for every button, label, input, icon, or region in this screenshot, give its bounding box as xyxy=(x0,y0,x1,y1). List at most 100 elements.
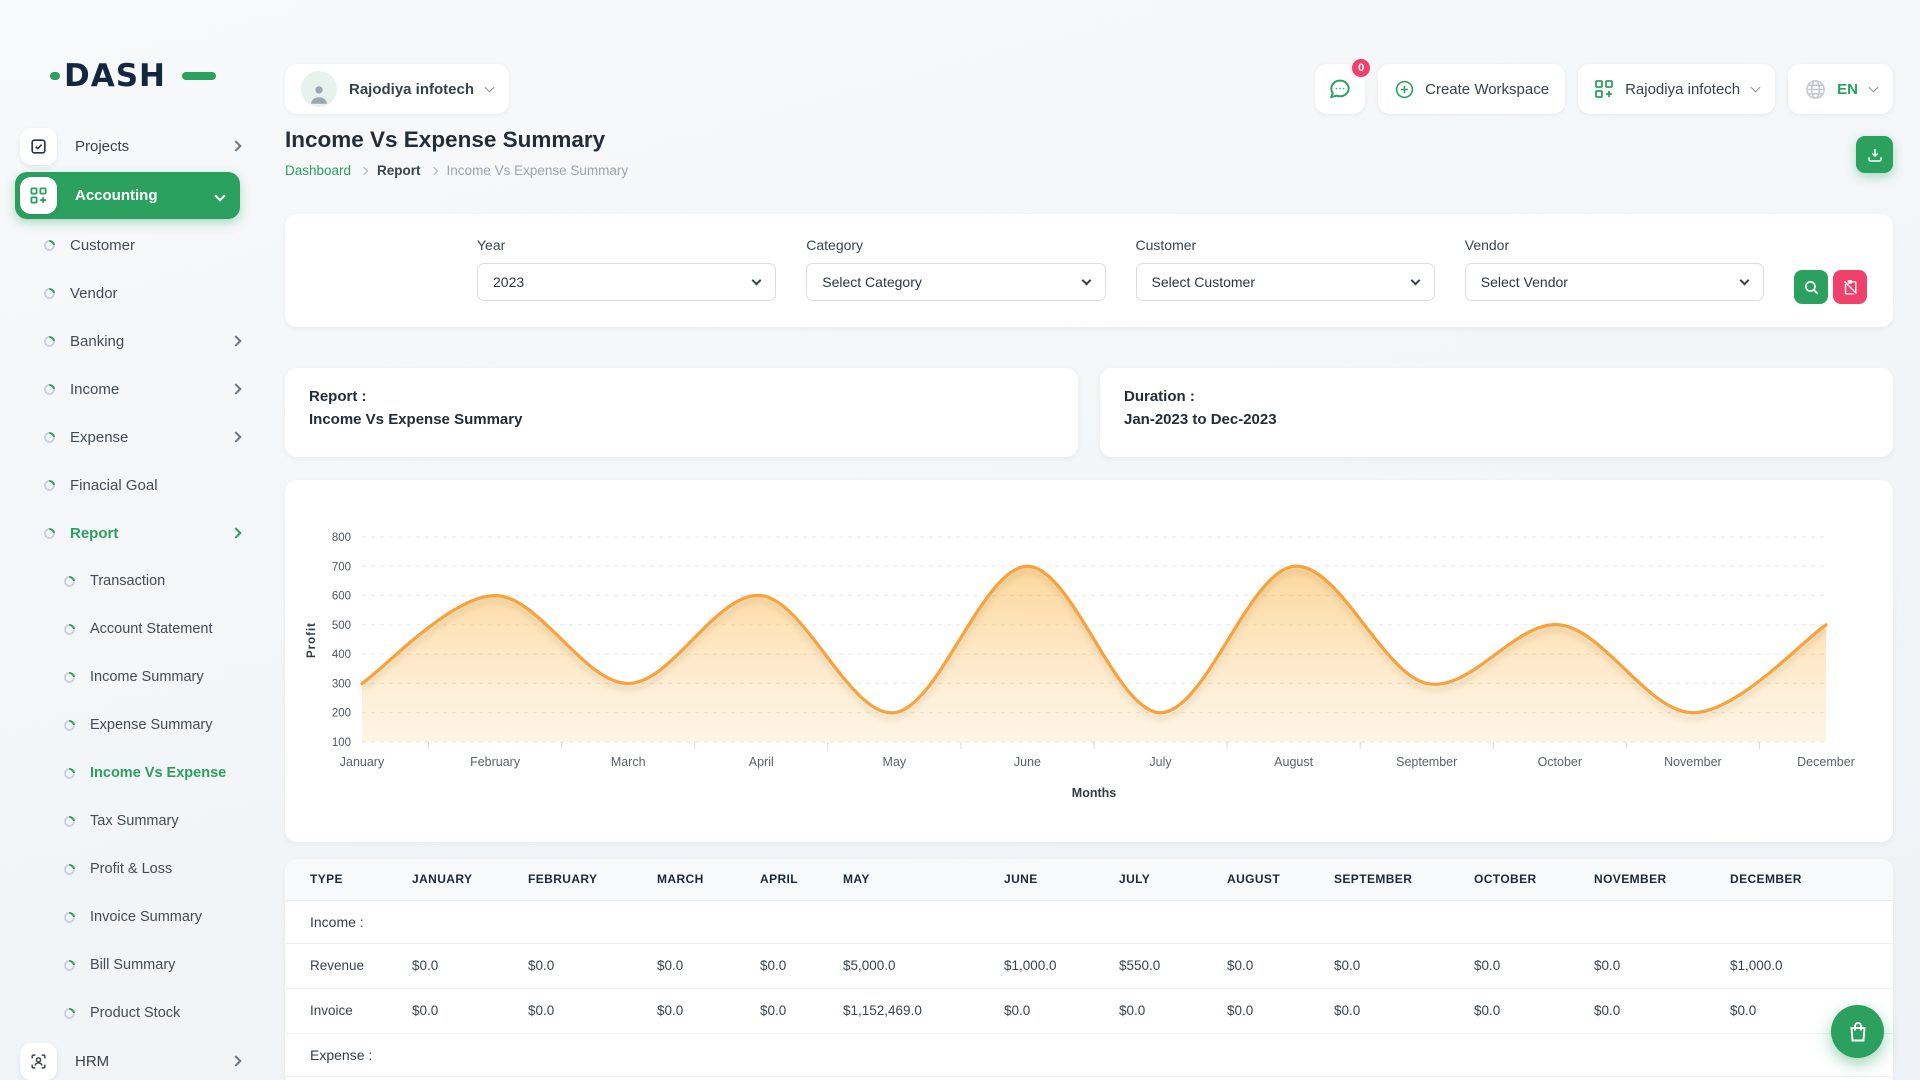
sidebar-item-label: Transaction xyxy=(90,573,165,589)
sidebar-item-hrm[interactable]: HRM xyxy=(0,1037,258,1080)
svg-text:300: 300 xyxy=(332,678,351,690)
year-select[interactable]: 2023 xyxy=(477,263,776,301)
sidebar-item-product-stock[interactable]: Product Stock xyxy=(0,989,258,1037)
sidebar-item-label: Invoice Summary xyxy=(90,909,202,925)
chevron-right-icon xyxy=(230,431,241,442)
brand-logo[interactable]: DASH xyxy=(64,58,204,98)
sidebar-item-projects[interactable]: Projects xyxy=(0,122,258,170)
svg-text:April: April xyxy=(749,755,774,769)
category-filter: Category Select Category xyxy=(806,237,1105,301)
svg-text:700: 700 xyxy=(332,561,351,573)
sidebar-item-tax-summary[interactable]: Tax Summary xyxy=(0,797,258,845)
bullet-icon xyxy=(42,429,57,444)
cell-value: $0.0 xyxy=(1227,943,1334,988)
vendor-filter: Vendor Select Vendor xyxy=(1465,237,1764,301)
sidebar-item-transaction[interactable]: Transaction xyxy=(0,557,258,605)
table-section-row: Income : xyxy=(285,900,1893,943)
globe-icon xyxy=(1804,78,1827,101)
download-button[interactable] xyxy=(1856,136,1893,173)
sidebar-item-expense-summary[interactable]: Expense Summary xyxy=(0,701,258,749)
svg-text:January: January xyxy=(340,755,385,769)
cart-fab-button[interactable] xyxy=(1831,1005,1884,1058)
svg-text:100: 100 xyxy=(332,737,351,749)
table-section-row: Expense : xyxy=(285,1033,1893,1076)
sidebar-item-invoice-summary[interactable]: Invoice Summary xyxy=(0,893,258,941)
messages-button[interactable]: 0 xyxy=(1315,64,1365,114)
vendor-value: Select Vendor xyxy=(1481,274,1568,290)
checkbox-icon xyxy=(20,128,57,165)
language-selector[interactable]: EN xyxy=(1788,64,1893,114)
logo-accent-dash xyxy=(182,72,216,80)
cell-value: $0.0 xyxy=(760,988,843,1033)
cell-value: $0.0 xyxy=(1474,988,1594,1033)
cell-value: $0.0 xyxy=(1227,988,1334,1033)
bullet-icon xyxy=(42,525,57,540)
chevron-down-icon xyxy=(1081,276,1091,286)
workspace-name: Rajodiya infotech xyxy=(349,81,474,98)
sidebar-item-account-statement[interactable]: Account Statement xyxy=(0,605,258,653)
sidebar-item-profit-loss[interactable]: Profit & Loss xyxy=(0,845,258,893)
svg-text:October: October xyxy=(1538,755,1582,769)
chevron-right-icon xyxy=(230,383,241,394)
sidebar-item-customer[interactable]: Customer xyxy=(0,221,258,269)
apps-plus-icon xyxy=(20,177,57,214)
breadcrumb-report[interactable]: Report xyxy=(377,163,421,178)
sidebar-item-label: Finacial Goal xyxy=(70,477,158,494)
cell-value: $0.0 xyxy=(657,988,760,1033)
sidebar-item-vendor[interactable]: Vendor xyxy=(0,269,258,317)
sidebar-item-label: Customer xyxy=(70,237,135,254)
sidebar-item-income[interactable]: Income xyxy=(0,365,258,413)
year-value: 2023 xyxy=(493,274,524,290)
chevron-down-icon xyxy=(1410,276,1420,286)
cell-value: $0.0 xyxy=(1474,943,1594,988)
bullet-icon xyxy=(42,477,57,492)
chevron-down-icon xyxy=(1869,83,1879,93)
workspace-selector[interactable]: Rajodiya infotech xyxy=(285,64,509,114)
sidebar-item-banking[interactable]: Banking xyxy=(0,317,258,365)
column-header: APRIL xyxy=(760,859,843,900)
cell-value: $5,000.0 xyxy=(843,943,1004,988)
column-header: FEBRUARY xyxy=(528,859,657,900)
column-header: SEPTEMBER xyxy=(1334,859,1474,900)
create-workspace-button[interactable]: Create Workspace xyxy=(1378,64,1565,114)
section-label: Income : xyxy=(285,900,1893,943)
sidebar-item-accounting[interactable]: Accounting xyxy=(15,172,240,219)
row-type: Revenue xyxy=(285,943,412,988)
sidebar-nav: ProjectsAccountingCustomerVendorBankingI… xyxy=(0,122,258,1080)
chevron-down-icon xyxy=(1751,83,1761,93)
sidebar-item-finacial-goal[interactable]: Finacial Goal xyxy=(0,461,258,509)
column-header: OCTOBER xyxy=(1474,859,1594,900)
category-select[interactable]: Select Category xyxy=(806,263,1105,301)
reset-filter-button[interactable] xyxy=(1833,270,1867,304)
sidebar-item-expense[interactable]: Expense xyxy=(0,413,258,461)
sidebar-item-income-summary[interactable]: Income Summary xyxy=(0,653,258,701)
cell-value: $0.0 xyxy=(657,943,760,988)
company-selector[interactable]: Rajodiya infotech xyxy=(1578,64,1775,114)
search-button[interactable] xyxy=(1794,270,1828,304)
column-header: DECEMBER xyxy=(1730,859,1893,900)
bullet-icon xyxy=(62,909,77,924)
svg-text:Profit: Profit xyxy=(306,622,318,658)
chevron-down-icon xyxy=(485,83,495,93)
breadcrumb-dashboard[interactable]: Dashboard xyxy=(285,163,351,178)
person-icon xyxy=(306,81,332,107)
sidebar-item-label: Expense Summary xyxy=(90,717,213,733)
sidebar-item-report[interactable]: Report xyxy=(0,509,258,557)
topbar: Rajodiya infotech 0 Create Workspace xyxy=(285,64,1893,114)
category-value: Select Category xyxy=(822,274,922,290)
profit-area-chart[interactable]: 100200300400500600700800JanuaryFebruaryM… xyxy=(285,480,1893,842)
brand-name: DASH xyxy=(64,58,166,94)
sidebar-item-income-vs-expense[interactable]: Income Vs Expense xyxy=(0,749,258,797)
main-content: Rajodiya infotech 0 Create Workspace xyxy=(258,0,1920,1080)
report-summary-card: Report : Income Vs Expense Summary xyxy=(285,368,1078,457)
filter-actions xyxy=(1794,270,1867,304)
sidebar-item-bill-summary[interactable]: Bill Summary xyxy=(0,941,258,989)
vendor-select[interactable]: Select Vendor xyxy=(1465,263,1764,301)
vendor-label: Vendor xyxy=(1465,237,1764,253)
duration-summary-card: Duration : Jan-2023 to Dec-2023 xyxy=(1100,368,1893,457)
customer-select[interactable]: Select Customer xyxy=(1136,263,1435,301)
bullet-icon xyxy=(42,333,57,348)
column-header: JUNE xyxy=(1004,859,1119,900)
sidebar-item-label: Vendor xyxy=(70,285,118,302)
plus-circle-icon xyxy=(1394,79,1415,100)
